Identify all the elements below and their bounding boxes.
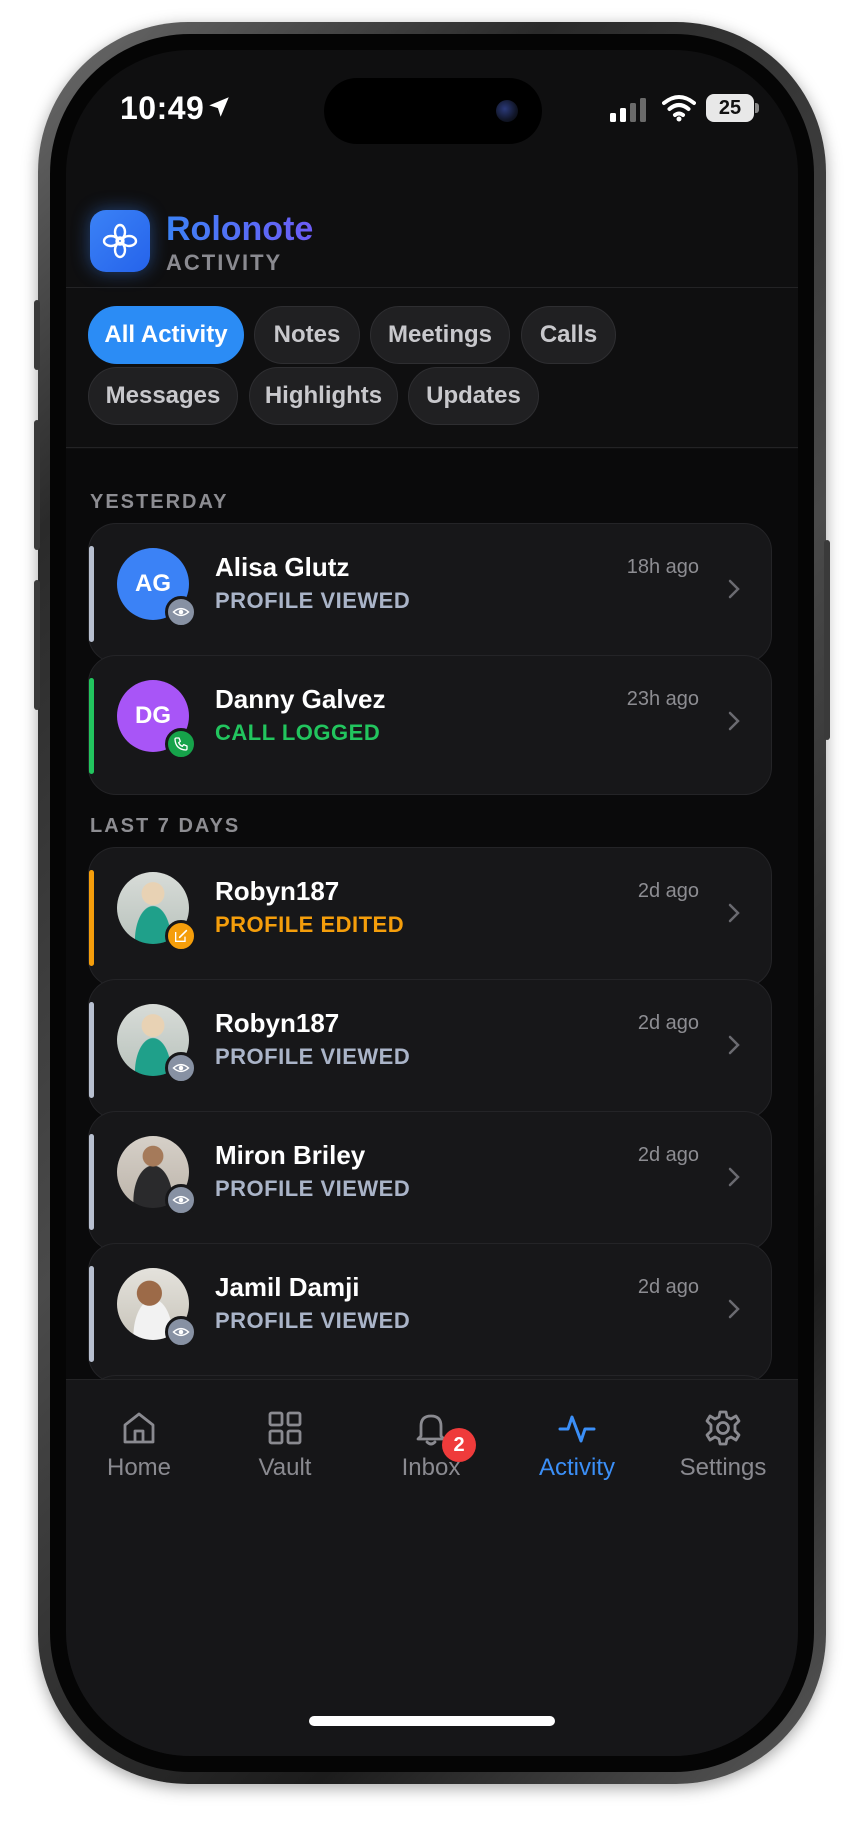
tab-label: Settings [679,1454,767,1481]
app-header: Rolonote ACTIVITY [66,170,798,288]
activity-card[interactable]: DG Danny Galvez CALL LOGGED 23h ago [88,655,772,795]
activity-type: PROFILE VIEWED [215,1176,411,1201]
section-label-yesterday: YESTERDAY [90,491,229,513]
accent-bar [89,1134,94,1230]
filter-calls[interactable]: Calls [521,306,616,364]
activity-time: 2d ago [637,1276,699,1298]
power-button [824,540,830,740]
eye-badge [165,1316,197,1348]
tab-label: Home [106,1454,172,1481]
cellular-signal-icon [610,98,646,122]
filter-meetings[interactable]: Meetings [370,306,510,364]
activity-type: PROFILE EDITED [215,912,405,937]
tab-inbox[interactable]: 2 Inbox [358,1380,504,1490]
tab-activity[interactable]: Activity [504,1380,650,1490]
eye-icon [172,1195,190,1205]
filter-notes[interactable]: Notes [254,306,360,364]
chevron-right-icon [728,903,740,923]
activity-type: PROFILE VIEWED [215,588,411,613]
home-icon [123,1412,155,1444]
chevron-right-icon [728,579,740,599]
filter-highlights[interactable]: Highlights [249,367,398,425]
dynamic-island [324,78,542,144]
activity-time: 2d ago [637,1144,699,1166]
activity-time: 2d ago [637,1012,699,1034]
tab-label: Activity [538,1454,615,1481]
phone-screen: 10:49 25 Rolonote ACTIVITY All Activity … [66,50,798,1756]
battery-indicator: 25 [706,94,760,122]
contact-name: Robyn187 [215,876,340,906]
accent-bar [89,678,94,774]
activity-time: 18h ago [626,556,699,578]
gear-icon [705,1410,741,1446]
filter-updates[interactable]: Updates [408,367,539,425]
tab-vault[interactable]: Vault [212,1380,358,1490]
activity-type: PROFILE VIEWED [215,1044,411,1069]
wifi-icon [662,95,696,122]
contact-name: Alisa Glutz [215,552,350,582]
activity-type: PROFILE VIEWED [215,1308,411,1333]
flower-logo-icon [102,223,138,259]
activity-card[interactable]: Robyn187 PROFILE EDITED 2d ago [88,847,772,987]
contact-name: Robyn187 [215,1008,340,1038]
eye-icon [172,1063,190,1073]
phone-badge [165,728,197,760]
chevron-right-icon [728,1167,740,1187]
activity-card[interactable]: Jamil Damji PROFILE VIEWED 2d ago [88,1243,772,1379]
contact-name: Jamil Damji [215,1272,360,1302]
status-time: 10:49 [120,90,205,126]
tab-label: Vault [258,1454,312,1481]
volume-down-button [34,580,40,710]
filter-messages[interactable]: Messages [88,367,238,425]
section-label-last-7-days: LAST 7 DAYS [90,815,241,837]
accent-bar [89,546,94,642]
location-arrow-icon [209,97,229,117]
accent-bar [89,1266,94,1362]
activity-filter-chips: All Activity Notes Meetings Calls Messag… [66,288,798,448]
grid-icon [268,1411,302,1445]
edit-badge [165,920,197,952]
chevron-right-icon [728,1035,740,1055]
eye-icon [172,607,190,617]
eye-badge [165,1184,197,1216]
contact-name: Danny Galvez [215,684,386,714]
front-camera [496,100,518,122]
accent-bar [89,870,94,966]
activity-card[interactable]: Miron Briley PROFILE VIEWED 2d ago [88,1111,772,1251]
activity-type: CALL LOGGED [215,720,381,745]
status-bar: 10:49 25 [66,50,798,170]
activity-feed: YESTERDAY AG Alisa Glutz PROFILE VIEWED … [66,449,798,1379]
tab-settings[interactable]: Settings [650,1380,796,1490]
edit-icon [175,929,188,942]
action-button [34,300,40,370]
app-logo [90,210,150,272]
activity-icon [558,1415,596,1443]
eye-badge [165,1052,197,1084]
app-title: Rolonote [166,210,314,248]
chevron-right-icon [728,711,740,731]
home-indicator[interactable] [309,1716,555,1726]
volume-up-button [34,420,40,550]
chevron-right-icon [728,1299,740,1319]
eye-badge [165,596,197,628]
activity-time: 23h ago [626,688,699,710]
tab-label: Inbox [401,1454,461,1481]
accent-bar [89,1002,94,1098]
filter-all-activity[interactable]: All Activity [88,306,244,364]
tab-home[interactable]: Home [66,1380,212,1490]
activity-card[interactable]: Robyn187 PROFILE VIEWED 2d ago [88,979,772,1119]
activity-time: 2d ago [637,880,699,902]
page-subtitle: ACTIVITY [166,250,283,275]
phone-icon [174,737,188,751]
activity-card[interactable]: AG Alisa Glutz PROFILE VIEWED 18h ago [88,523,772,663]
battery-level: 25 [706,94,754,122]
eye-icon [172,1327,190,1337]
contact-name: Miron Briley [215,1140,366,1170]
bottom-tab-bar: Home Vault 2 Inbox Activity Settings [66,1379,798,1756]
